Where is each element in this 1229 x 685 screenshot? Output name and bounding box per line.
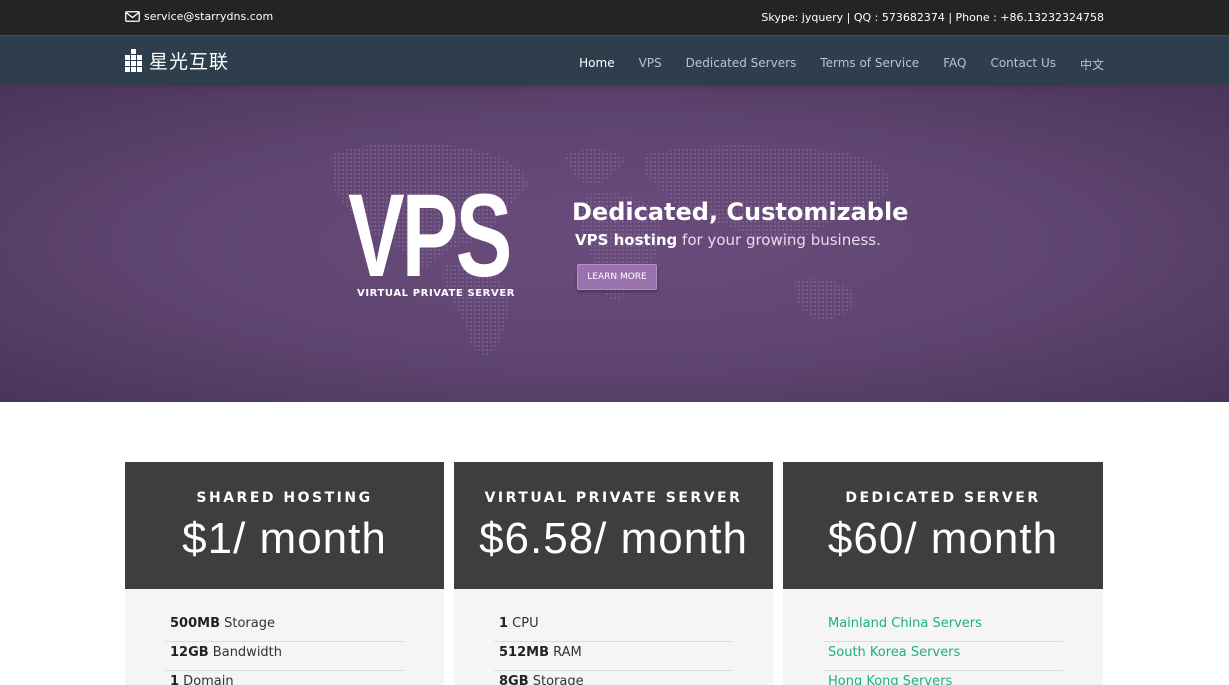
feature-label: CPU <box>508 616 539 631</box>
feature-value: 8GB <box>499 674 529 685</box>
feature-value: 500MB <box>170 616 220 631</box>
list-item: 12GB Bandwidth <box>165 642 404 671</box>
feature-value: 1 <box>499 616 509 631</box>
email-text[interactable]: service@starrydns.com <box>144 10 273 23</box>
list-item: 1 Domain <box>165 671 404 685</box>
plan-dedicated-server: DEDICATED SERVER $60/ month Mainland Chi… <box>783 462 1103 685</box>
nav-dedicated-servers[interactable]: Dedicated Servers <box>686 56 797 73</box>
nav-faq[interactable]: FAQ <box>943 56 966 73</box>
hero-banner: VPS VIRTUAL PRIVATE SERVER Dedicated, Cu… <box>0 85 1229 402</box>
link-hong-kong-servers[interactable]: Hong Kong Servers <box>823 671 1063 685</box>
envelope-icon <box>125 11 140 22</box>
plan-name: DEDICATED SERVER <box>845 490 1041 506</box>
hero-tagline: VPS hosting for your growing business. <box>575 231 881 249</box>
nav-chinese[interactable]: 中文 <box>1080 56 1104 73</box>
nav-terms-of-service[interactable]: Terms of Service <box>820 56 919 73</box>
navbar: 星光互联 Home VPS Dedicated Servers Terms of… <box>0 35 1229 85</box>
hero-title: Dedicated, Customizable <box>572 198 909 226</box>
nav-home[interactable]: Home <box>579 56 614 73</box>
hero-shadow <box>0 85 1229 91</box>
email-contact[interactable]: service@starrydns.com <box>125 10 273 23</box>
list-item: 512MB RAM <box>494 642 733 671</box>
brand-logo[interactable]: 星光互联 <box>125 47 229 74</box>
list-item: 500MB Storage <box>165 613 404 642</box>
plan-name: VIRTUAL PRIVATE SERVER <box>484 490 743 506</box>
feature-list: 500MB Storage 12GB Bandwidth 1 Domain <box>125 589 444 685</box>
feature-value: 1 <box>170 674 180 685</box>
top-bar: service@starrydns.com Skype: jyquery | Q… <box>0 0 1229 35</box>
brand-name: 星光互联 <box>149 51 230 73</box>
link-mainland-china-servers[interactable]: Mainland China Servers <box>823 613 1063 642</box>
contact-info: Skype: jyquery | QQ : 573682374 | Phone … <box>761 11 1104 24</box>
nav-contact-us[interactable]: Contact Us <box>990 56 1056 73</box>
plan-vps: VIRTUAL PRIVATE SERVER $6.58/ month 1 CP… <box>454 462 773 685</box>
feature-label: Domain <box>179 674 234 685</box>
plan-price: $60/ month <box>827 514 1059 563</box>
feature-value: 12GB <box>170 645 209 660</box>
plan-header: VIRTUAL PRIVATE SERVER $6.58/ month <box>454 462 773 589</box>
feature-label: Storage <box>219 616 275 631</box>
feature-label: RAM <box>548 645 582 660</box>
list-item: 1 CPU <box>494 613 733 642</box>
link-south-korea-servers[interactable]: South Korea Servers <box>823 642 1063 671</box>
main-nav: Home VPS Dedicated Servers Terms of Serv… <box>555 56 1104 73</box>
plan-name: SHARED HOSTING <box>196 490 373 506</box>
nav-vps[interactable]: VPS <box>639 56 662 73</box>
vps-big-text: VPS <box>348 170 512 302</box>
feature-label: Bandwidth <box>208 645 283 660</box>
hero-tag-rest: for your growing business. <box>677 231 881 249</box>
plan-shared-hosting: SHARED HOSTING $1/ month 500MB Storage 1… <box>125 462 444 685</box>
pricing-section: SHARED HOSTING $1/ month 500MB Storage 1… <box>125 462 1103 685</box>
grid-logo-icon <box>125 49 142 72</box>
feature-list: 1 CPU 512MB RAM 8GB Storage <box>454 589 773 685</box>
hero-tag-bold: VPS hosting <box>575 231 678 249</box>
vps-sub-text: VIRTUAL PRIVATE SERVER <box>357 288 516 299</box>
feature-value: 512MB <box>499 645 549 660</box>
list-item: 8GB Storage <box>494 671 733 685</box>
plan-price: $6.58/ month <box>479 514 748 563</box>
feature-label: Storage <box>528 674 584 685</box>
plan-header: DEDICATED SERVER $60/ month <box>783 462 1103 589</box>
server-link-list: Mainland China Servers South Korea Serve… <box>783 589 1103 685</box>
learn-more-button[interactable]: LEARN MORE <box>577 264 657 290</box>
plan-price: $1/ month <box>182 514 387 563</box>
plan-header: SHARED HOSTING $1/ month <box>125 462 444 589</box>
